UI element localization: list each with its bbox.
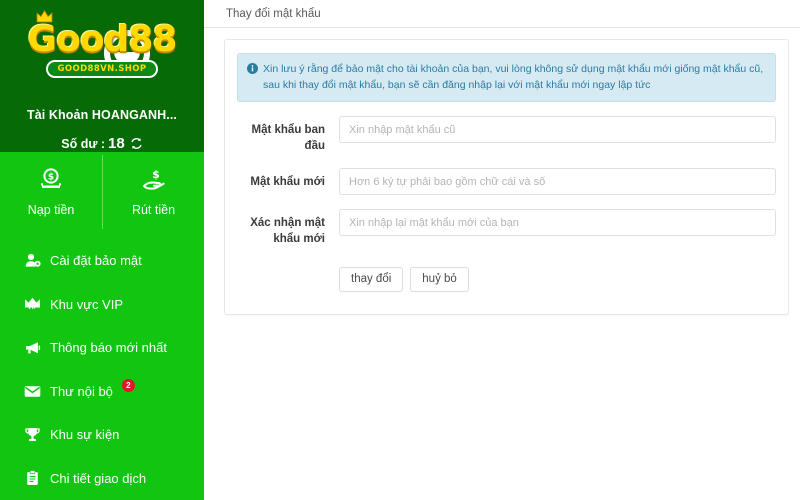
logo-domain-badge: GOOD88VN.SHOP — [46, 59, 158, 78]
svg-text:$: $ — [48, 173, 54, 183]
balance-row: Số dư : 18 — [61, 135, 142, 152]
refresh-icon[interactable] — [130, 137, 143, 150]
svg-text:$: $ — [152, 168, 160, 181]
balance-value: 18 — [108, 135, 125, 152]
form-row-new-password: Mật khẩu mới — [237, 168, 776, 195]
info-alert-text: Xin lưu ý rằng để bảo mật cho tài khoản … — [263, 63, 764, 91]
form-row-old-password: Mật khẩu ban đầu — [237, 116, 776, 154]
sidebar-item-latest-announcements[interactable]: Thông báo mới nhất — [0, 326, 204, 370]
sidebar-item-label: Thư nội bộ — [50, 383, 113, 399]
account-panel: Good88 GOOD88VN.SHOP Tài Khoản HOANGANH.… — [0, 0, 204, 152]
balance-label: Số dư : — [61, 136, 106, 151]
page-header: Thay đổi mật khẩu — [204, 0, 800, 28]
info-alert: Xin lưu ý rằng để bảo mật cho tài khoản … — [237, 53, 776, 102]
old-password-control — [325, 116, 776, 143]
old-password-input[interactable] — [339, 116, 776, 143]
info-circle-icon — [247, 63, 258, 79]
deposit-coin-icon: $ — [38, 167, 64, 196]
withdraw-label: Rút tiền — [131, 203, 176, 217]
form-actions: thay đổi huỷ bỏ — [237, 267, 776, 292]
submit-button[interactable]: thay đổi — [339, 267, 404, 292]
sidebar-item-vip-zone[interactable]: VIP Khu vực VIP — [0, 283, 204, 327]
vip-text: VIP — [27, 304, 38, 311]
old-password-label: Mật khẩu ban đầu — [251, 124, 325, 152]
change-password-card: Xin lưu ý rằng để bảo mật cho tài khoản … — [224, 39, 789, 315]
page-title: Thay đổi mật khẩu — [226, 7, 321, 20]
account-name: Tài Khoản HOANGANH... — [26, 108, 178, 122]
sidebar-item-label: Cài đặt bảo mật — [50, 253, 142, 269]
sidebar-item-transaction-details[interactable]: Chi tiết giao dịch — [0, 457, 204, 500]
trophy-icon — [24, 427, 41, 442]
clipboard-icon — [24, 470, 41, 486]
user-gear-icon — [24, 253, 41, 268]
site-logo[interactable]: Good88 GOOD88VN.SHOP — [12, 8, 192, 90]
sidebar-item-label: Chi tiết giao dịch — [50, 470, 147, 486]
deposit-button[interactable]: $ Nạp tiền — [0, 155, 102, 229]
cancel-button[interactable]: huỷ bỏ — [410, 267, 469, 292]
sidebar-item-label: Thông báo mới nhất — [50, 340, 167, 356]
new-password-input[interactable] — [339, 168, 776, 195]
vip-crown-icon: VIP — [24, 297, 41, 312]
megaphone-icon — [24, 341, 41, 355]
app-root: Good88 GOOD88VN.SHOP Tài Khoản HOANGANH.… — [0, 0, 800, 500]
new-password-control — [325, 168, 776, 195]
confirm-password-control — [325, 209, 776, 236]
sidebar: Good88 GOOD88VN.SHOP Tài Khoản HOANGANH.… — [0, 0, 204, 500]
quick-actions: $ Nạp tiền $ Rút tiền — [0, 152, 204, 229]
sidebar-item-security-settings[interactable]: Cài đặt bảo mật — [0, 239, 204, 283]
change-password-form: Mật khẩu ban đầu Mật khẩu mới Xác nhận m… — [237, 116, 776, 292]
envelope-icon — [24, 385, 41, 398]
withdraw-hand-coin-icon: $ — [141, 167, 167, 196]
main-content: Thay đổi mật khẩu Xin lưu ý rằng để bảo … — [204, 0, 800, 500]
form-row-confirm-password: Xác nhận mật khẩu mới — [237, 209, 776, 247]
mail-unread-badge: 2 — [121, 378, 135, 392]
sidebar-item-label: Khu sự kiện — [50, 427, 120, 443]
deposit-label: Nạp tiền — [27, 203, 75, 217]
new-password-label: Mật khẩu mới — [250, 176, 325, 188]
sidebar-menu: Cài đặt bảo mật VIP Khu vực VIP Thông bá… — [0, 229, 204, 500]
content-area: Xin lưu ý rằng để bảo mật cho tài khoản … — [204, 28, 800, 315]
crown-icon — [36, 9, 53, 28]
sidebar-item-label: Khu vực VIP — [50, 296, 124, 312]
withdraw-button[interactable]: $ Rút tiền — [102, 155, 204, 229]
sidebar-item-event-zone[interactable]: Khu sự kiện — [0, 413, 204, 457]
confirm-password-label: Xác nhận mật khẩu mới — [250, 217, 325, 245]
sidebar-item-internal-mail[interactable]: Thư nội bộ 2 — [0, 370, 204, 414]
confirm-password-input[interactable] — [339, 209, 776, 236]
